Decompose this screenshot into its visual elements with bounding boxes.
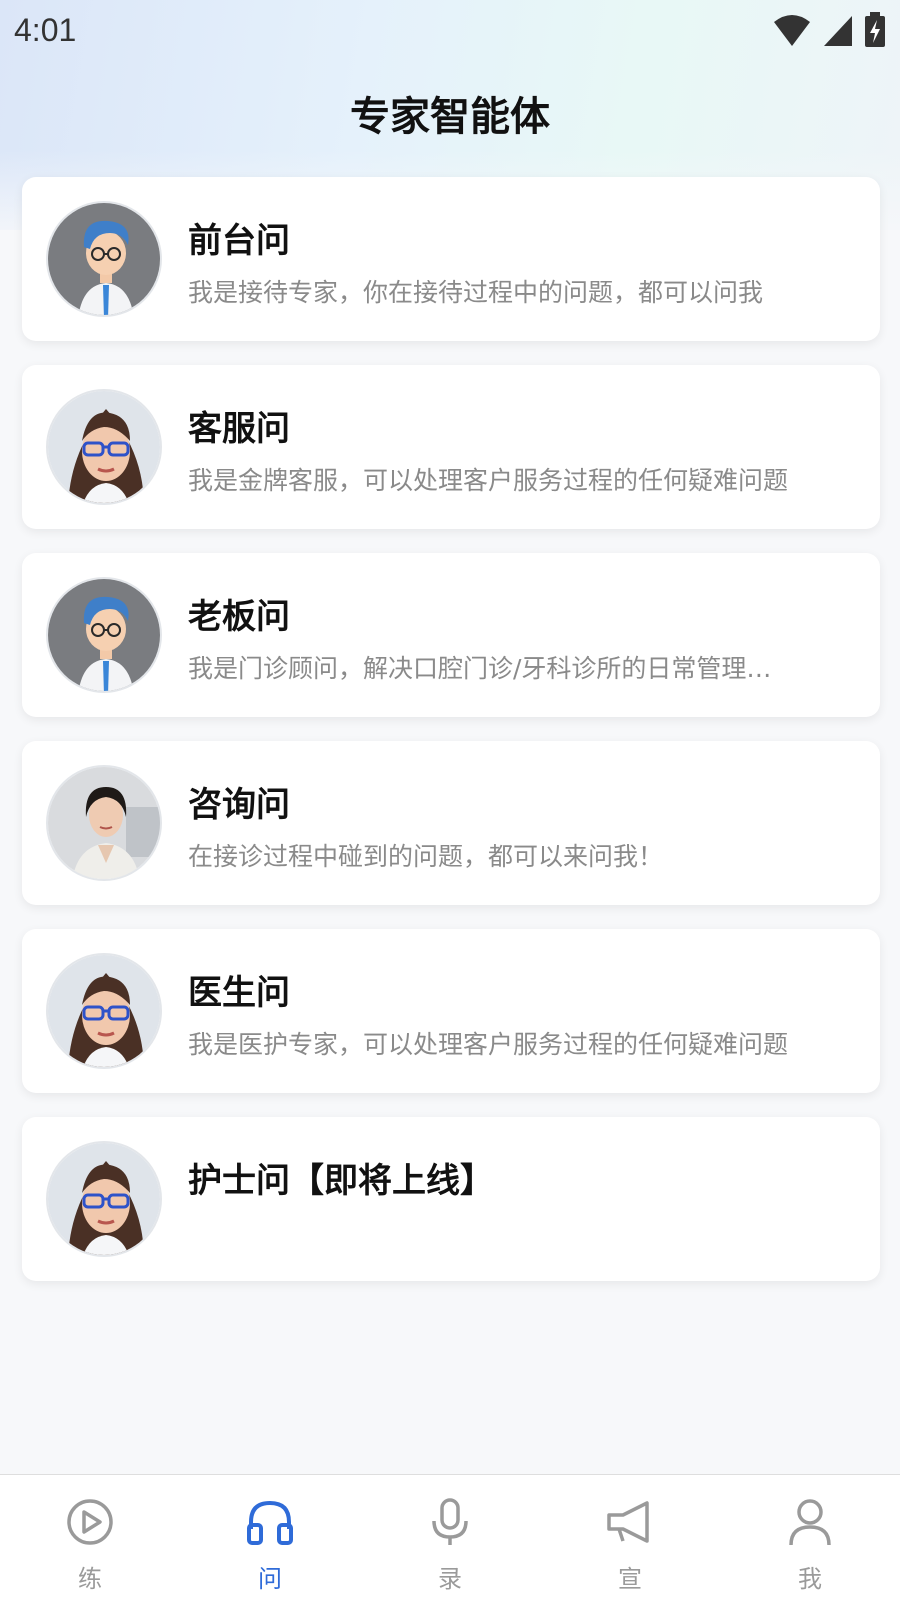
woman-glasses-avatar [46,389,162,505]
tab-me[interactable]: 我 [720,1475,900,1600]
cartoon-doctor-avatar [46,201,162,317]
expert-card[interactable]: 医生问 我是医护专家，可以处理客户服务过程的任何疑难问题 [22,929,880,1093]
expert-desc: 在接诊过程中碰到的问题，都可以来问我！ [188,842,664,871]
status-bar: 4:01 [0,0,900,60]
expert-card[interactable]: 咨询问 在接诊过程中碰到的问题，都可以来问我！ [22,741,880,905]
woman-glasses-avatar [46,1141,162,1257]
page-title: 专家智能体 [350,94,550,140]
tab-practice[interactable]: 练 [0,1475,180,1600]
status-time: 4:01 [14,12,77,48]
tab-label: 宣 [618,1565,642,1593]
woman-consultant-avatar [46,765,162,881]
microphone-icon [432,1498,468,1545]
expert-card[interactable]: 老板问 我是门诊顾问，解决口腔门诊/牙科诊所的日常管理… [22,553,880,717]
expert-card[interactable]: 客服问 我是金牌客服，可以处理客户服务过程的任何疑难问题 [22,365,880,529]
headphones-icon [247,1500,293,1545]
battery-charging-icon [865,12,885,47]
expert-card[interactable]: 护士问【即将上线】 [22,1117,880,1281]
tab-label: 问 [258,1565,282,1593]
wifi-icon [774,15,810,46]
expert-title: 医生问 [188,973,290,1013]
expert-desc: 我是门诊顾问，解决口腔门诊/牙科诊所的日常管理… [188,654,772,683]
expert-desc: 我是金牌客服，可以处理客户服务过程的任何疑难问题 [188,466,789,495]
bottom-tab-bar: 练 问 录 宣 我 [0,1474,900,1600]
expert-title: 客服问 [188,409,290,449]
tab-label: 练 [78,1565,102,1593]
play-circle-icon [67,1499,113,1545]
tab-ask[interactable]: 问 [180,1475,360,1600]
expert-desc: 我是接待专家，你在接待过程中的问题，都可以问我 [188,278,764,307]
expert-card[interactable]: 前台问 我是接待专家，你在接待过程中的问题，都可以问我 [22,177,880,341]
tab-label: 我 [798,1565,822,1593]
expert-title: 咨询问 [188,785,290,825]
tab-record[interactable]: 录 [360,1475,540,1600]
expert-list: 前台问 我是接待专家，你在接待过程中的问题，都可以问我 客服问 我是金牌客服，可… [22,177,880,1305]
cellular-signal-icon [824,16,852,46]
cartoon-doctor-avatar [46,577,162,693]
woman-glasses-avatar [46,953,162,1069]
tab-promote[interactable]: 宣 [540,1475,720,1600]
expert-title: 护士问【即将上线】 [188,1161,494,1201]
status-icons [772,12,886,48]
expert-desc: 我是医护专家，可以处理客户服务过程的任何疑难问题 [188,1030,789,1059]
expert-title: 老板问 [188,597,290,637]
megaphone-icon [607,1501,649,1543]
user-icon [789,1499,831,1546]
expert-title: 前台问 [188,221,290,261]
tab-label: 录 [438,1565,462,1593]
